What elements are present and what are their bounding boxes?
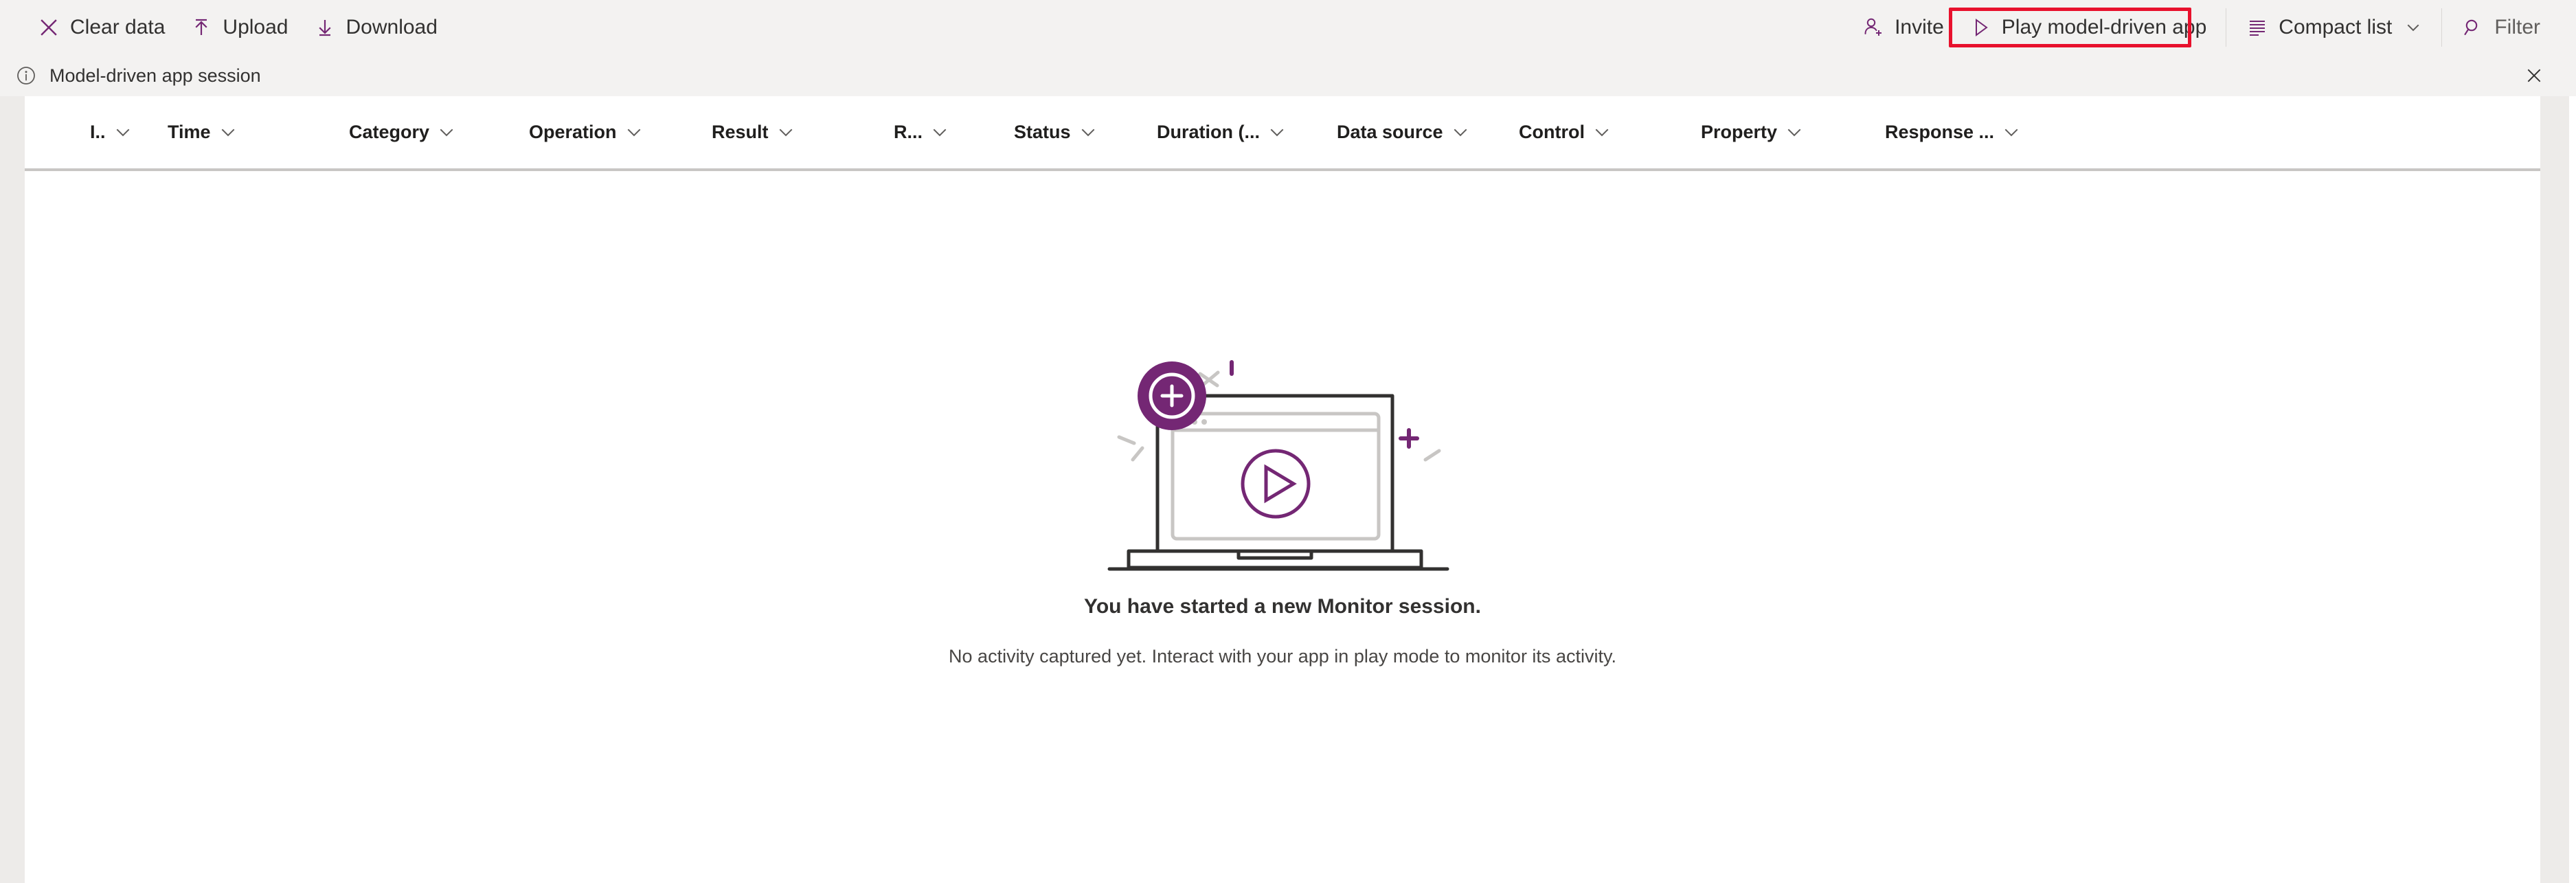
- grid-column-label: Response ...: [1885, 122, 1995, 142]
- chevron-down-icon[interactable]: [776, 122, 796, 143]
- command-bar-right-group: Invite Play model-driven app Compact lis: [1849, 0, 2553, 55]
- chevron-down-icon[interactable]: [2001, 122, 2022, 143]
- grid-column-label: Property: [1701, 122, 1778, 142]
- grid-column-label: Control: [1519, 122, 1585, 142]
- chevron-down-icon[interactable]: [1267, 122, 1287, 143]
- upload-button[interactable]: Upload: [177, 8, 300, 47]
- monitor-events-grid: I.. Time Category Operation Result R... Status…: [25, 96, 2540, 883]
- left-gutter: [0, 96, 25, 883]
- clear-data-button[interactable]: Clear data: [25, 8, 177, 47]
- grid-column-header[interactable]: Duration (...: [1157, 96, 1349, 168]
- empty-state-panel: You have started a new Monitor session. …: [25, 171, 2540, 883]
- info-circle-icon: [12, 62, 40, 89]
- invite-label: Invite: [1895, 16, 1944, 38]
- grid-column-header[interactable]: Property: [1701, 96, 1866, 168]
- download-button[interactable]: Download: [301, 8, 450, 47]
- command-bar: Clear data Upload Download Invite Play m…: [0, 0, 2576, 55]
- chevron-down-icon[interactable]: [1592, 122, 1612, 143]
- grid-column-label: Data source: [1337, 122, 1443, 142]
- grid-column-header[interactable]: Status: [1014, 96, 1165, 168]
- chevron-down-icon[interactable]: [1078, 122, 1098, 143]
- grid-column-header[interactable]: Response ...: [1885, 96, 2084, 168]
- grid-column-label: R...: [894, 122, 923, 142]
- chevron-down-icon[interactable]: [436, 122, 457, 143]
- grid-column-label: Time: [168, 122, 211, 142]
- grid-column-header[interactable]: Control: [1519, 96, 1677, 168]
- search-filter-icon: [2461, 16, 2485, 39]
- upload-label: Upload: [223, 16, 289, 38]
- chevron-down-icon[interactable]: [218, 122, 238, 143]
- grid-column-header[interactable]: R...: [894, 96, 1017, 168]
- grid-column-header-row: I.. Time Category Operation Result R... Status…: [25, 96, 2540, 171]
- download-label: Download: [346, 16, 438, 38]
- chevron-down-icon[interactable]: [113, 122, 133, 143]
- empty-state-subtitle: No activity captured yet. Interact with …: [949, 645, 1616, 667]
- empty-state-title: You have started a new Monitor session.: [1084, 594, 1481, 618]
- right-gutter-scrollbar-track[interactable]: [2540, 96, 2569, 883]
- download-icon: [313, 16, 337, 39]
- clear-data-label: Clear data: [70, 16, 166, 38]
- grid-column-label: Duration (...: [1157, 122, 1260, 142]
- session-label: Model-driven app session: [49, 65, 261, 86]
- laptop-play-new-session-illustration: [1107, 359, 1449, 570]
- grid-column-header[interactable]: Operation: [529, 96, 701, 168]
- chevron-down-icon: [2404, 19, 2422, 36]
- grid-column-header[interactable]: Result: [712, 96, 856, 168]
- grid-column-label: Status: [1014, 122, 1071, 142]
- toolbar-divider-2: [2441, 8, 2443, 47]
- close-icon: [2527, 69, 2541, 82]
- close-session-bar-button[interactable]: [2518, 60, 2550, 91]
- invite-button[interactable]: Invite: [1849, 8, 1956, 47]
- grid-column-label: I..: [90, 122, 106, 142]
- right-edge-strip: [2569, 96, 2576, 883]
- clear-data-icon: [37, 16, 60, 39]
- session-info-bar: Model-driven app session: [0, 55, 2576, 96]
- list-lines-icon: [2246, 16, 2269, 39]
- filter-button[interactable]: Filter: [2449, 8, 2553, 47]
- filter-label: Filter: [2494, 16, 2540, 38]
- grid-column-header[interactable]: Data source: [1337, 96, 1509, 168]
- chevron-down-icon[interactable]: [1450, 122, 1471, 143]
- play-model-driven-app-label: Play model-driven app: [2001, 16, 2207, 38]
- invite-person-add-icon: [1862, 16, 1885, 39]
- command-bar-left-group: Clear data Upload Download: [0, 8, 450, 47]
- grid-column-header[interactable]: Time: [168, 96, 326, 168]
- monitor-app-window: Clear data Upload Download Invite Play m…: [0, 0, 2576, 883]
- chevron-down-icon[interactable]: [624, 122, 644, 143]
- play-triangle-icon: [1969, 16, 1992, 39]
- grid-column-header[interactable]: Category: [349, 96, 521, 168]
- chevron-down-icon[interactable]: [1784, 122, 1805, 143]
- play-model-driven-app-button[interactable]: Play model-driven app: [1956, 8, 2219, 47]
- grid-column-label: Result: [712, 122, 769, 142]
- compact-list-button[interactable]: Compact list: [2233, 8, 2434, 47]
- chevron-down-icon[interactable]: [929, 122, 950, 143]
- upload-icon: [190, 16, 213, 39]
- compact-list-label: Compact list: [2279, 16, 2393, 38]
- grid-column-label: Operation: [529, 122, 617, 142]
- grid-column-label: Category: [349, 122, 430, 142]
